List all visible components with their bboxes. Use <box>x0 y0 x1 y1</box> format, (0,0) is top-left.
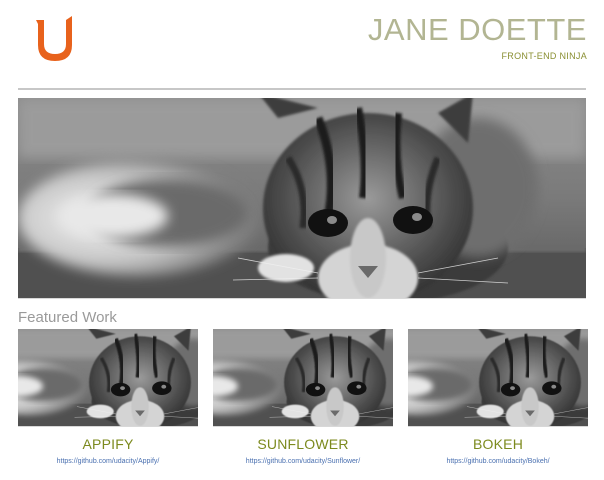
featured-work-heading: Featured Work <box>18 309 117 326</box>
work-title: BOKEH <box>472 436 523 452</box>
work-title: APPIFY <box>82 436 134 452</box>
work-thumbnail[interactable] <box>408 329 588 427</box>
work-link[interactable]: https://github.com/udacity/Sunflower/ <box>213 458 393 465</box>
site-owner-tagline: FRONT-END NINJA <box>501 51 587 61</box>
work-thumbnail[interactable] <box>213 329 393 427</box>
work-thumbnail[interactable] <box>18 329 198 427</box>
work-item-bokeh: BOKEH https://github.com/udacity/Bokeh/ <box>408 329 588 465</box>
hero-image <box>18 98 586 299</box>
udacity-logo-icon[interactable] <box>32 14 78 64</box>
work-item-appify: APPIFY https://github.com/udacity/Appify… <box>18 329 198 465</box>
work-link[interactable]: https://github.com/udacity/Bokeh/ <box>408 458 588 465</box>
work-item-sunflower: SUNFLOWER https://github.com/udacity/Sun… <box>213 329 393 465</box>
header-divider <box>18 88 586 90</box>
site-owner-name: JANE DOETTE <box>367 12 587 47</box>
work-title: SUNFLOWER <box>257 436 349 452</box>
portfolio-page: JANE DOETTE FRONT-END NINJA Featured Wor… <box>0 0 604 480</box>
work-link[interactable]: https://github.com/udacity/Appify/ <box>18 458 198 465</box>
